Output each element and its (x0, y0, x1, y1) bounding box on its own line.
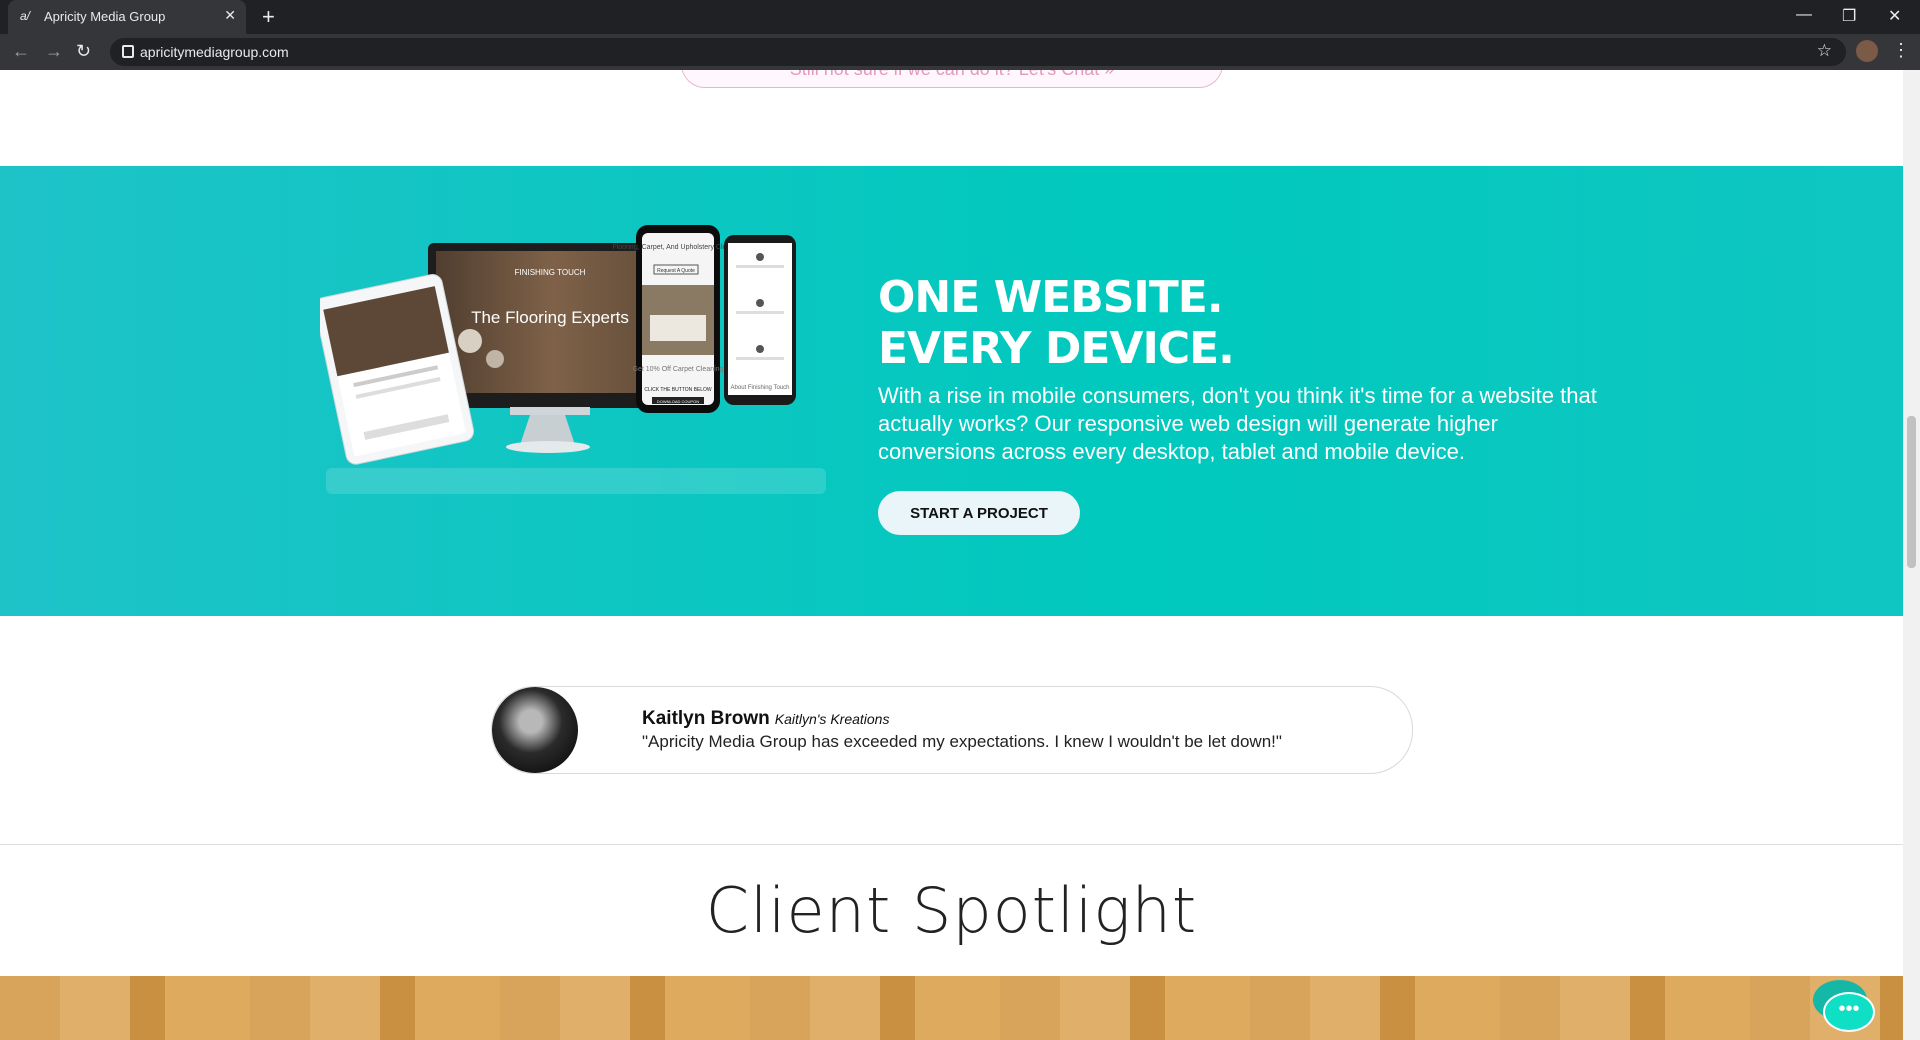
arrow-right-icon[interactable]: → (45, 41, 63, 62)
plus-icon[interactable]: + (262, 4, 275, 30)
testimonial-card: Kaitlyn Brown Kaitlyn's Kreations "Aprici… (491, 686, 1413, 774)
small-phone-text: About Finishing Touch (731, 385, 790, 391)
hero-section: The Flooring Experts FINISHING TOUCH Flo… (0, 166, 1903, 616)
apricity-logo-icon: a/ (20, 9, 31, 23)
scrollbar-thumb[interactable] (1907, 416, 1916, 568)
device-mockup-image: The Flooring Experts FINISHING TOUCH Flo… (320, 225, 826, 494)
phone-quote-button: Request A Quote (657, 268, 695, 274)
reload-icon[interactable]: ↻ (76, 41, 91, 62)
address-bar[interactable]: apricitymediagroup.com ☆ (110, 38, 1846, 66)
close-icon[interactable]: ✕ (224, 7, 236, 24)
hero-headline: ONE WEBSITE. EVERY DEVICE. (878, 272, 1235, 374)
tab-title: Apricity Media Group (44, 9, 166, 24)
arrow-left-icon[interactable]: ← (12, 41, 30, 62)
browser-toolbar: ← → ↻ apricitymediagroup.com ☆ ⋮ (0, 34, 1920, 70)
chat-pill-text: Still not sure if we can do it? Let's Ch… (682, 70, 1222, 80)
phone-cta-text: CLICK THE BUTTON BELOW (644, 387, 712, 393)
desktop-headline: The Flooring Experts (471, 308, 629, 327)
testimonial-author: Kaitlyn Brown Kaitlyn's Kreations (642, 708, 889, 730)
testimonial-quote: "Apricity Media Group has exceeded my ex… (642, 732, 1282, 751)
star-icon[interactable]: ☆ (1817, 41, 1832, 61)
chat-bubble-front: ••• (1823, 992, 1875, 1032)
phone-text-top: Flooring, Carpet, And Upholstery Cleanin… (612, 244, 743, 251)
chat-bubble-icon[interactable]: ••• (1813, 980, 1875, 1032)
brand-logo-text: FINISHING TOUCH (515, 268, 586, 277)
hero-body: With a rise in mobile consumers, don't y… (878, 383, 1597, 464)
testimonial-name: Kaitlyn Brown (642, 708, 770, 729)
menu-dots-icon[interactable]: ⋮ (1892, 40, 1910, 61)
browser-tab[interactable]: a/ Apricity Media Group ✕ (8, 0, 246, 34)
wood-banner-image (0, 976, 1903, 1040)
testimonial-company: Kaitlyn's Kreations (774, 711, 890, 727)
phone-text-bottom: Get 10% Off Carpet Cleaning (633, 366, 724, 373)
lock-icon (122, 45, 134, 58)
chat-pill-link[interactable]: Still not sure if we can do it? Let's Ch… (681, 70, 1223, 88)
url-text: apricitymediagroup.com (140, 44, 289, 60)
page-viewport: Still not sure if we can do it? Let's Ch… (0, 70, 1903, 1040)
page-scrollbar[interactable] (1903, 70, 1920, 1040)
phone-download-text: DOWNLOAD COUPON (657, 399, 699, 404)
section-divider (0, 844, 1903, 845)
close-window-icon[interactable]: ✕ (1888, 6, 1901, 26)
avatar (492, 687, 578, 773)
restore-icon[interactable]: ❐ (1842, 6, 1856, 26)
start-project-button[interactable]: START A PROJECT (878, 491, 1080, 535)
hero-headline-line1: ONE WEBSITE. (878, 272, 1224, 323)
section-title: Client Spotlight (705, 874, 1198, 947)
profile-avatar[interactable] (1856, 40, 1878, 62)
browser-tabbar: a/ Apricity Media Group ✕ + — ❐ ✕ (0, 0, 1920, 34)
hero-headline-line2: EVERY DEVICE. (878, 323, 1235, 374)
minimize-icon[interactable]: — (1796, 6, 1812, 24)
